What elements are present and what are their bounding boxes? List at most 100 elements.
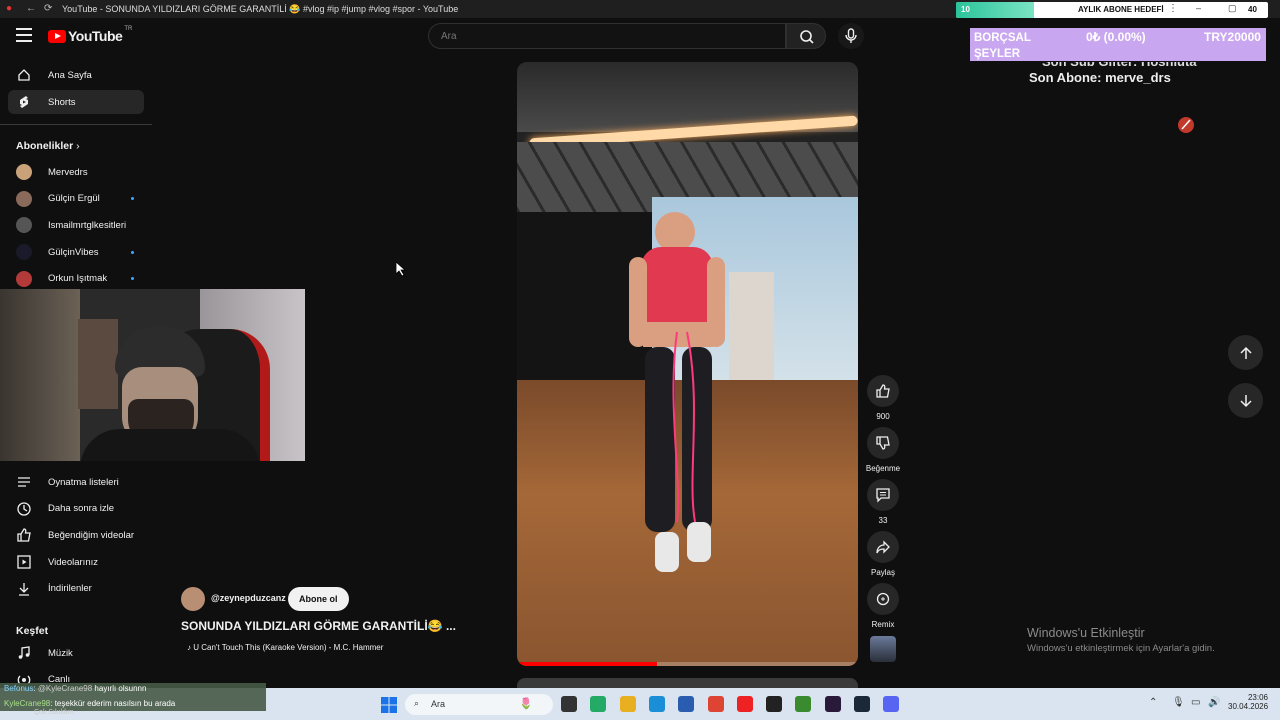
remix-button[interactable]: Remix	[866, 583, 900, 629]
youtube-app-icon[interactable]	[736, 696, 753, 712]
voice-search-button[interactable]	[838, 23, 864, 49]
taskbar-search[interactable]: ⌕ Ara 🌷	[405, 694, 553, 715]
subscriber-goal-bar: 10 AYLIK ABONE HEDEFİ ⋮ – ▢ 40	[956, 2, 1268, 18]
app-icon: ●	[6, 3, 13, 14]
explore-item[interactable]: Müzik	[8, 641, 144, 665]
new-content-dot	[131, 197, 134, 201]
chrome-icon[interactable]	[707, 696, 724, 712]
subscription-item[interactable]: Ismailmrtglkesitleri	[8, 213, 144, 237]
store-icon[interactable]	[678, 696, 695, 712]
person-head	[655, 212, 695, 252]
remix-label: Remix	[871, 620, 895, 629]
photoshop-icon[interactable]	[824, 696, 841, 712]
tray-chevron-icon[interactable]: ⌃	[1149, 697, 1157, 708]
chat-mention-1: @KyleCrane98	[37, 684, 93, 693]
search-input[interactable]	[429, 24, 785, 48]
taskbar-search-icon: ⌕	[414, 698, 420, 708]
clock[interactable]: 23:06 30.04.2026	[1228, 693, 1268, 711]
subscriptions-heading[interactable]: Abonelikler ›	[16, 140, 80, 152]
youtube-logo[interactable]: YouTube TR	[48, 26, 132, 44]
clock-icon	[17, 502, 31, 516]
bookshelf	[78, 319, 118, 409]
activate-windows-subtitle: Windows'u etkinleştirmek için Ayarlar'a …	[1027, 643, 1215, 654]
library-item[interactable]: Daha sonra izle	[8, 497, 144, 521]
subscription-item[interactable]: GülçinVibes	[8, 240, 144, 264]
tray-mic-icon[interactable]: 🎙	[1172, 697, 1185, 708]
library-item[interactable]: İndirilenler	[8, 577, 144, 601]
logo-text: YouTube	[68, 28, 123, 44]
taskbar-search-text: Ara	[431, 699, 446, 709]
subscription-item[interactable]: Mervedrs	[8, 160, 144, 184]
youtube-play-icon	[48, 29, 66, 43]
thumbs-down-icon	[876, 436, 890, 450]
subscribe-button[interactable]: Abone ol	[288, 587, 349, 611]
media-app-icon[interactable]	[590, 696, 607, 712]
short-video-player[interactable]	[517, 62, 858, 666]
chevron-right-icon: ›	[76, 140, 80, 152]
windows-start-icon[interactable]	[381, 697, 397, 713]
subscription-name: Gülçin Ergül	[48, 193, 100, 205]
search-button[interactable]	[786, 23, 826, 49]
discord-icon[interactable]	[883, 696, 900, 712]
dislike-button[interactable]: Beğenme	[862, 427, 904, 473]
maximize-icon[interactable]: ▢	[1228, 3, 1237, 14]
library-label: Videolarınız	[48, 556, 98, 568]
kebab-menu-icon[interactable]: ⋮	[1168, 3, 1178, 14]
share-label: Paylaş	[870, 568, 895, 577]
comment-count: 33	[878, 516, 888, 525]
chat-message-1: hayırlı olsunnn	[94, 684, 147, 693]
subscription-name: Ismailmrtglkesitleri	[48, 219, 127, 231]
channel-avatar[interactable]	[181, 587, 205, 611]
network-icon[interactable]: ▭	[1191, 697, 1200, 708]
library-item[interactable]: Beğendiğim videolar	[8, 523, 144, 547]
channel-avatar	[16, 217, 32, 234]
search-icon	[800, 30, 814, 44]
subscription-item[interactable]: Orkun Işıtmak	[8, 267, 144, 291]
subscription-name: Orkun Işıtmak	[48, 273, 108, 285]
last-subscriber: Son Abone: merve_drs	[1029, 70, 1171, 85]
subscriptions-heading-label: Abonelikler	[16, 140, 74, 152]
video-progress-track[interactable]	[517, 662, 858, 666]
task-view-icon[interactable]	[561, 696, 577, 712]
comments-button[interactable]: 33	[866, 479, 900, 525]
volume-icon[interactable]: 🔊	[1208, 697, 1220, 708]
microphone-icon	[845, 28, 857, 43]
obs-icon[interactable]	[766, 696, 783, 712]
arrow-down-icon	[1239, 394, 1252, 407]
arrow-up-icon	[1239, 346, 1252, 359]
sidebar-item-shorts[interactable]: Shorts	[8, 90, 144, 114]
sidebar-item-home[interactable]: Ana Sayfa	[8, 63, 144, 87]
steam-icon[interactable]	[854, 696, 870, 712]
channel-avatar	[16, 244, 32, 261]
tulips-icon: 🌷	[519, 698, 533, 710]
sound-thumbnail[interactable]	[870, 636, 896, 662]
short-title[interactable]: SONUNDA YILDIZLARI GÖRME GARANTİLİ😂 ...	[181, 619, 456, 633]
thumbs-up-icon	[876, 384, 890, 398]
explore-heading: Keşfet	[16, 625, 49, 637]
building	[729, 272, 774, 392]
share-button[interactable]: Paylaş	[866, 531, 900, 577]
library-item[interactable]: Oynatma listeleri	[8, 470, 144, 494]
minimize-icon[interactable]: –	[1196, 3, 1201, 13]
subscription-item[interactable]: Gülçin Ergül	[8, 187, 144, 211]
stream-chat-overlay: Befonus: @KyleCrane98 hayırlı olsunnn Ky…	[0, 683, 266, 716]
edge-browser-icon[interactable]	[648, 696, 665, 712]
back-icon[interactable]: ←	[26, 3, 36, 14]
goal-label: AYLIK ABONE HEDEFİ	[1078, 5, 1164, 14]
sound-attribution[interactable]: ♪ U Can't Touch This (Karaoke Version) -…	[187, 643, 383, 652]
clock-date: 30.04.2026	[1228, 702, 1269, 711]
share-icon	[876, 540, 890, 554]
library-item[interactable]: Videolarınız	[8, 550, 144, 574]
search-box[interactable]	[428, 23, 786, 49]
channel-name[interactable]: @zeynepduzcanz	[211, 593, 286, 603]
sidebar-divider	[0, 124, 152, 125]
nvidia-icon[interactable]	[795, 696, 812, 712]
streamer-webcam	[0, 289, 305, 461]
like-button[interactable]: 900	[866, 375, 900, 421]
previous-short-button[interactable]	[1228, 335, 1263, 370]
file-explorer-icon[interactable]	[619, 696, 636, 712]
reload-icon[interactable]: ⟳	[44, 3, 52, 14]
next-short-button[interactable]	[1228, 383, 1263, 418]
remix-icon	[876, 592, 890, 606]
hamburger-menu-icon[interactable]	[16, 28, 32, 42]
